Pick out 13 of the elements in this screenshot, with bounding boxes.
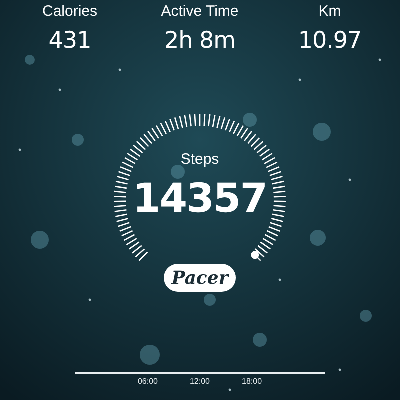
app-logo: Pacer	[164, 264, 236, 292]
steps-count: 14357	[132, 176, 268, 222]
time-label: 12:00	[190, 377, 210, 386]
end-dot	[251, 251, 260, 260]
stat-label: Active Time	[161, 2, 239, 22]
stat-value: 431	[48, 27, 92, 56]
steps-label: Steps	[180, 151, 220, 169]
time-label: 18:00	[242, 377, 262, 386]
time-label: 06:00	[138, 377, 158, 386]
stat-label: Calories	[42, 2, 98, 22]
stat-value: 2h 8m	[164, 27, 236, 56]
stat-value: 10.97	[298, 27, 362, 56]
stat-label: Km	[318, 2, 342, 22]
